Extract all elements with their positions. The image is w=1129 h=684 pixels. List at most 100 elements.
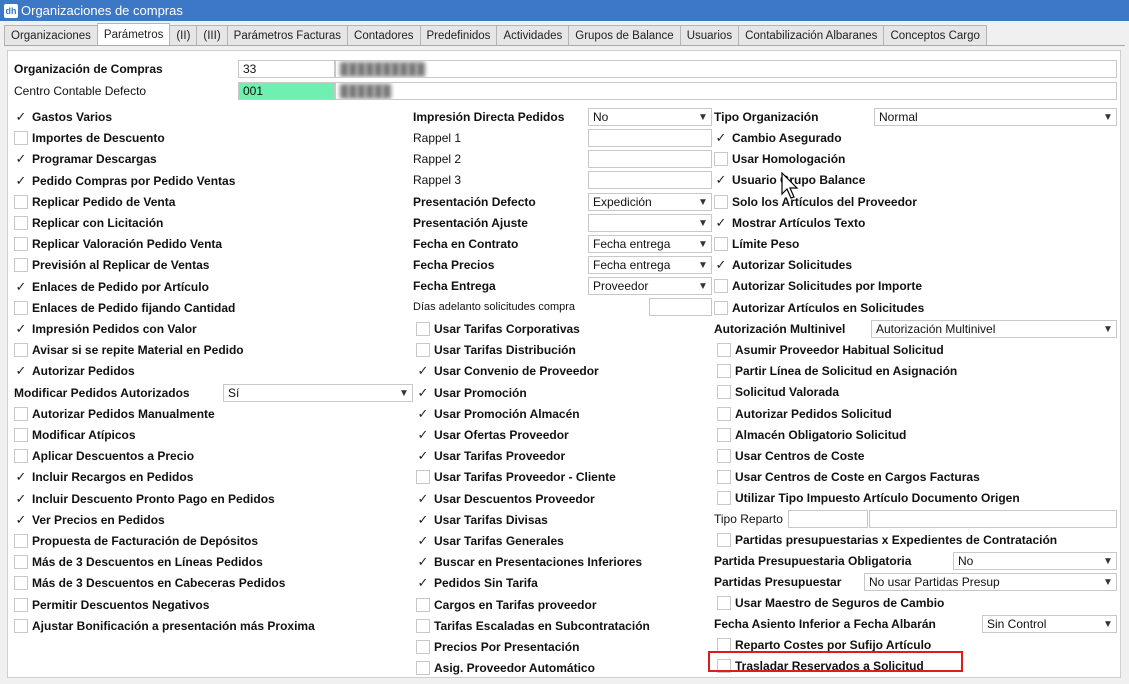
checkbox-aplicar-descuentos-a-precio[interactable]: Aplicar Descuentos a Precio — [14, 446, 194, 466]
checkbox-usar-tarifas-distribucion[interactable]: Usar Tarifas Distribución — [416, 340, 576, 360]
checkmark-icon[interactable]: ✓ — [14, 151, 28, 166]
checkbox-usar-convenio-de-proveedor[interactable]: ✓ Usar Convenio de Proveedor — [416, 361, 599, 381]
checkmark-icon[interactable]: ✓ — [714, 215, 728, 230]
checkmark-icon[interactable]: ✓ — [14, 363, 28, 378]
checkbox-pedido-compras-por-pedido-ventas[interactable]: ✓ Pedido Compras por Pedido Ventas — [14, 171, 236, 191]
checkbox-modificar-atipicos[interactable]: Modificar Atípicos — [14, 425, 136, 445]
checkbox-box[interactable] — [714, 279, 728, 293]
checkbox-limite-peso[interactable]: Límite Peso — [714, 234, 799, 254]
checkmark-icon[interactable]: ✓ — [416, 533, 430, 548]
checkbox-ajustar-bonificacion-a-presentacion-mas-proxima[interactable]: Ajustar Bonificación a presentación más … — [14, 616, 315, 636]
checkbox-box[interactable] — [717, 491, 731, 505]
checkbox-usar-promocion-almacen[interactable]: ✓ Usar Promoción Almacén — [416, 404, 580, 424]
tab-iii[interactable]: (III) — [196, 25, 228, 45]
dias-adelanto-input[interactable] — [649, 298, 712, 316]
checkbox-box[interactable] — [14, 237, 28, 251]
checkbox-box[interactable] — [14, 343, 28, 357]
checkbox-usar-centros-de-coste-en-cargos-facturas[interactable]: Usar Centros de Coste en Cargos Facturas — [717, 467, 980, 487]
checkbox-box[interactable] — [717, 449, 731, 463]
checkmark-icon[interactable]: ✓ — [416, 512, 430, 527]
checkbox-box[interactable] — [714, 237, 728, 251]
checkbox-usar-centros-de-coste[interactable]: Usar Centros de Coste — [717, 446, 864, 466]
checkbox-usar-descuentos-proveedor[interactable]: ✓ Usar Descuentos Proveedor — [416, 489, 595, 509]
checkbox-partidas-presupuestarias-x-expedientes-de-contratacion[interactable]: Partidas presupuestarias x Expedientes d… — [717, 530, 1057, 550]
checkmark-icon[interactable]: ✓ — [14, 173, 28, 188]
checkbox-usar-tarifas-corporativas[interactable]: Usar Tarifas Corporativas — [416, 319, 580, 339]
checkmark-icon[interactable]: ✓ — [416, 363, 430, 378]
tab-contadores[interactable]: Contadores — [347, 25, 421, 45]
checkbox-box[interactable] — [714, 301, 728, 315]
chevron-down-icon[interactable]: ▼ — [1100, 553, 1116, 569]
modificar-pedidos-select[interactable]: Sí ▼ — [223, 384, 413, 402]
checkbox-tarifas-escaladas-en-subcontratacion[interactable]: Tarifas Escaladas en Subcontratación — [416, 616, 650, 636]
chevron-down-icon[interactable]: ▼ — [695, 257, 711, 273]
fecha-contrato-select[interactable]: Fecha entrega ▼ — [588, 235, 712, 253]
checkbox-usar-tarifas-proveedor[interactable]: ✓ Usar Tarifas Proveedor — [416, 446, 566, 466]
checkbox-gastos-varios[interactable]: ✓ Gastos Varios — [14, 107, 113, 127]
checkbox-usar-tarifas-proveedor-cliente[interactable]: Usar Tarifas Proveedor - Cliente — [416, 467, 616, 487]
checkbox-importes-de-descuento[interactable]: Importes de Descuento — [14, 128, 165, 148]
checkbox-ver-precios-en-pedidos[interactable]: ✓ Ver Precios en Pedidos — [14, 510, 165, 530]
checkbox-box[interactable] — [717, 638, 731, 652]
checkbox-enlaces-de-pedido-fijando-cantidad[interactable]: Enlaces de Pedido fijando Cantidad — [14, 298, 235, 318]
tab-contabilizacion-albaranes[interactable]: Contabilización Albaranes — [738, 25, 885, 45]
rappel3-input[interactable] — [588, 171, 712, 189]
checkbox-box[interactable] — [14, 301, 28, 315]
checkbox-box[interactable] — [14, 449, 28, 463]
tab-ii[interactable]: (II) — [169, 25, 198, 45]
checkbox-box[interactable] — [714, 195, 728, 209]
tipo-reparto-code-input[interactable] — [788, 510, 868, 528]
rappel1-input[interactable] — [588, 129, 712, 147]
checkbox-box[interactable] — [717, 385, 731, 399]
checkbox-autorizar-solicitudes-por-importe[interactable]: Autorizar Solicitudes por Importe — [714, 276, 922, 296]
checkbox-impresion-pedidos-con-valor[interactable]: ✓ Impresión Pedidos con Valor — [14, 319, 197, 339]
impresion-directa-select[interactable]: No ▼ — [588, 108, 712, 126]
tab-organizaciones[interactable]: Organizaciones — [4, 25, 98, 45]
checkbox-pedidos-sin-tarifa[interactable]: ✓ Pedidos Sin Tarifa — [416, 573, 538, 593]
checkbox-solicitud-valorada[interactable]: Solicitud Valorada — [717, 382, 839, 402]
chevron-down-icon[interactable]: ▼ — [1100, 109, 1116, 125]
chevron-down-icon[interactable]: ▼ — [1100, 616, 1116, 632]
checkmark-icon[interactable]: ✓ — [14, 512, 28, 527]
fecha-asiento-select[interactable]: Sin Control ▼ — [982, 615, 1117, 633]
chevron-down-icon[interactable]: ▼ — [695, 109, 711, 125]
rappel2-input[interactable] — [588, 150, 712, 168]
checkbox-box[interactable] — [14, 576, 28, 590]
tab-parametros-facturas[interactable]: Parámetros Facturas — [226, 25, 349, 45]
centro-code-input[interactable]: 001 — [238, 82, 335, 100]
checkbox-permitir-descuentos-negativos[interactable]: Permitir Descuentos Negativos — [14, 595, 209, 615]
checkmark-icon[interactable]: ✓ — [14, 469, 28, 484]
checkmark-icon[interactable]: ✓ — [416, 427, 430, 442]
chevron-down-icon[interactable]: ▼ — [396, 385, 412, 401]
checkmark-icon[interactable]: ✓ — [14, 279, 28, 294]
checkmark-icon[interactable]: ✓ — [714, 257, 728, 272]
checkmark-icon[interactable]: ✓ — [14, 109, 28, 124]
checkmark-icon[interactable]: ✓ — [416, 575, 430, 590]
checkbox-usar-maestro-de-seguros-de-cambio[interactable]: Usar Maestro de Seguros de Cambio — [717, 593, 944, 613]
centro-name-input[interactable]: ██████ — [335, 82, 1117, 100]
checkbox-replicar-con-licitacion[interactable]: Replicar con Licitación — [14, 213, 163, 233]
chevron-down-icon[interactable]: ▼ — [695, 194, 711, 210]
checkbox-replicar-pedido-de-venta[interactable]: Replicar Pedido de Venta — [14, 192, 175, 212]
checkbox-box[interactable] — [14, 407, 28, 421]
checkbox-box[interactable] — [14, 195, 28, 209]
checkbox-box[interactable] — [416, 322, 430, 336]
checkbox-autorizar-articulos-en-solicitudes[interactable]: Autorizar Artículos en Solicitudes — [714, 298, 924, 318]
checkbox-mas-de-3-descuentos-en-cabeceras-pedidos[interactable]: Más de 3 Descuentos en Cabeceras Pedidos — [14, 573, 285, 593]
checkmark-icon[interactable]: ✓ — [416, 491, 430, 506]
checkbox-box[interactable] — [717, 596, 731, 610]
checkbox-box[interactable] — [14, 258, 28, 272]
checkbox-box[interactable] — [14, 555, 28, 569]
checkmark-icon[interactable]: ✓ — [416, 385, 430, 400]
chevron-down-icon[interactable]: ▼ — [1100, 321, 1116, 337]
tipo-reparto-name-input[interactable] — [869, 510, 1117, 528]
checkbox-box[interactable] — [717, 407, 731, 421]
checkbox-usar-ofertas-proveedor[interactable]: ✓ Usar Ofertas Proveedor — [416, 425, 569, 445]
tab-conceptos-cargo[interactable]: Conceptos Cargo — [883, 25, 987, 45]
checkbox-partir-linea-de-solicitud-en-asignacion[interactable]: Partir Línea de Solicitud en Asignación — [717, 361, 957, 381]
presentacion-ajuste-select[interactable]: ▼ — [588, 214, 712, 232]
checkbox-autorizar-pedidos-manualmente[interactable]: Autorizar Pedidos Manualmente — [14, 404, 215, 424]
chevron-down-icon[interactable]: ▼ — [695, 278, 711, 294]
partida-obligatoria-select[interactable]: No ▼ — [953, 552, 1117, 570]
checkbox-replicar-valoracion-pedido-venta[interactable]: Replicar Valoración Pedido Venta — [14, 234, 222, 254]
